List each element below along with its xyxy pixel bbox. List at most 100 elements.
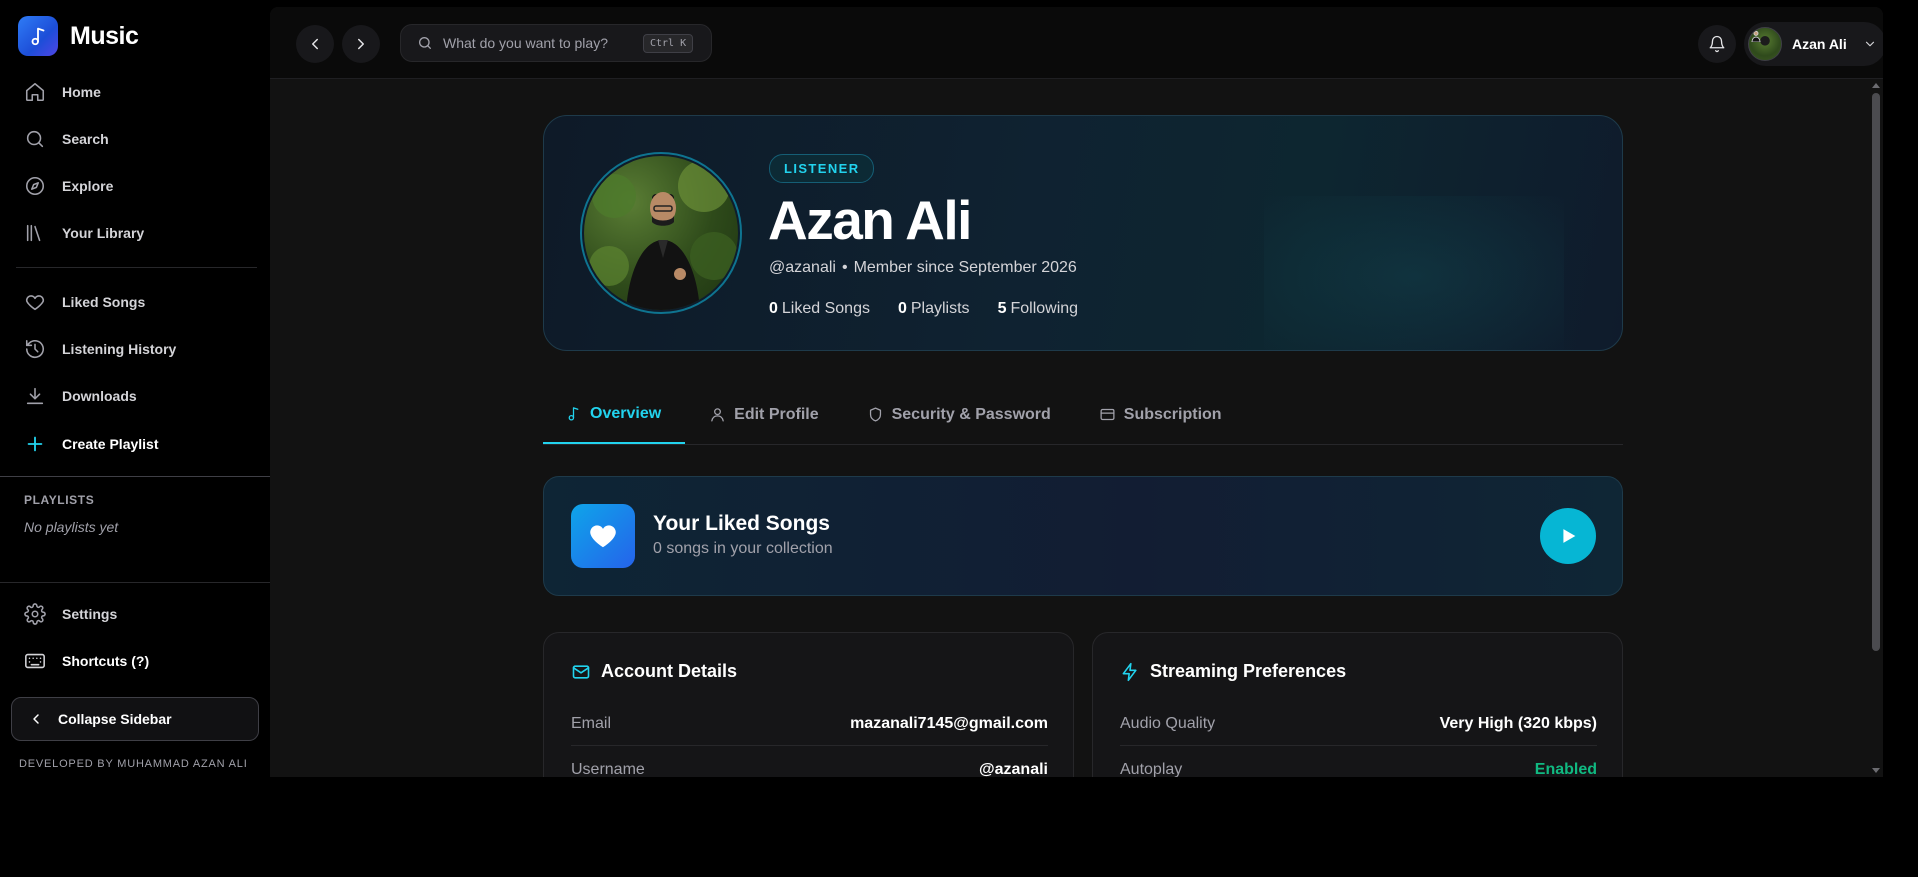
music-note-icon (18, 16, 58, 56)
divider (1120, 745, 1597, 746)
pref-row-autoplay[interactable]: Autoplay Enabled (1120, 761, 1597, 777)
compass-icon (25, 176, 45, 196)
detail-key: Email (571, 715, 612, 732)
search-shortcut-hint: Ctrl K (643, 33, 694, 53)
sidebar-item-create-playlist[interactable]: Create Playlist (24, 433, 159, 455)
card-title: Account Details (601, 661, 738, 681)
chevron-down-icon (1865, 41, 1874, 47)
detail-row-username: Username @azanali (571, 761, 1048, 777)
profile-stats: 0 Liked Songs 0 Playlists 5 Following (769, 300, 1078, 318)
divider (16, 267, 257, 268)
scrollbar[interactable] (1869, 79, 1883, 777)
profile-name: Azan Ali (768, 189, 972, 251)
stat-value: 0 (897, 300, 907, 317)
stat-liked-songs[interactable]: 0 Liked Songs (769, 300, 870, 318)
music-note-icon (568, 407, 579, 421)
liked-songs-card[interactable]: Your Liked Songs 0 songs in your collect… (543, 476, 1623, 596)
scroll-thumb[interactable] (1872, 93, 1880, 651)
detail-key: Username (571, 761, 645, 777)
sidebar-item-label: Your Library (62, 225, 145, 241)
sidebar-item-home[interactable]: Home (24, 81, 101, 103)
download-icon (26, 387, 44, 405)
play-liked-songs-button[interactable] (1540, 508, 1596, 564)
sidebar-item-liked-songs[interactable]: Liked Songs (24, 291, 145, 313)
pref-value: Enabled (1534, 761, 1597, 777)
member-since: Member since September 2026 (853, 259, 1077, 276)
card-title: Streaming Preferences (1150, 661, 1347, 681)
library-icon (24, 222, 46, 244)
gear-icon (24, 603, 46, 625)
tab-label: Security & Password (891, 405, 1051, 423)
search-input[interactable] (443, 35, 633, 51)
stat-label: Liked Songs (781, 300, 870, 317)
pref-value: Very High (320 kbps) (1439, 715, 1597, 732)
forward-button[interactable] (342, 25, 380, 63)
sidebar-item-search[interactable]: Search (24, 128, 109, 150)
sidebar-item-label: Shortcuts (?) (62, 653, 150, 669)
sidebar-item-explore[interactable]: Explore (24, 175, 113, 197)
sidebar-item-downloads[interactable]: Downloads (24, 385, 137, 407)
notifications-button[interactable] (1698, 25, 1736, 63)
avatar (1748, 27, 1782, 61)
pref-key: Audio Quality (1120, 715, 1216, 732)
detail-value: mazanali7145@gmail.com (850, 715, 1048, 732)
profile-photo (584, 156, 738, 310)
profile-header: LISTENER Azan Ali @azanali • Member sinc… (543, 115, 1623, 351)
sidebar-item-listening-history[interactable]: Listening History (24, 338, 176, 360)
profile-avatar[interactable] (580, 152, 742, 314)
detail-row-email: Email mazanali7145@gmail.com (571, 715, 1048, 733)
detail-value: @azanali (979, 761, 1048, 777)
stat-following[interactable]: 5 Following (998, 300, 1079, 318)
user-name: Azan Ali (1792, 36, 1847, 52)
sidebar-item-shortcuts[interactable]: Shortcuts (?) (24, 650, 149, 672)
sidebar-item-library[interactable]: Your Library (24, 222, 144, 244)
sidebar-item-label: Home (62, 84, 101, 100)
back-button[interactable] (296, 25, 334, 63)
account-details-card: Account Details Email mazanali7145@gmail… (543, 632, 1074, 777)
history-icon (25, 339, 45, 358)
main-panel: Ctrl K Azan Ali (270, 7, 1883, 777)
stat-label: Playlists (910, 300, 970, 317)
tab-security-password[interactable]: Security & Password (843, 385, 1075, 444)
sidebar-item-settings[interactable]: Settings (24, 603, 117, 625)
account-details-heading: Account Details (571, 661, 737, 682)
sidebar-item-label: Search (62, 131, 109, 147)
keyboard-icon (25, 653, 45, 669)
tab-label: Edit Profile (734, 405, 819, 423)
tab-label: Subscription (1123, 405, 1222, 423)
collapse-sidebar-button[interactable]: Collapse Sidebar (11, 697, 259, 741)
search-bar[interactable]: Ctrl K (400, 24, 712, 62)
home-icon (25, 82, 45, 102)
tab-edit-profile[interactable]: Edit Profile (685, 385, 842, 444)
streaming-preferences-heading: Streaming Preferences (1120, 661, 1346, 682)
credit-card-icon (1100, 408, 1115, 421)
role-badge: LISTENER (769, 154, 875, 183)
streaming-preferences-card: Streaming Preferences Audio Quality Very… (1092, 632, 1623, 777)
user-menu-button[interactable]: Azan Ali (1744, 22, 1883, 66)
search-icon (26, 130, 44, 148)
scroll-down-arrow[interactable] (1872, 768, 1880, 773)
profile-tabs: Overview Edit Profile Security & Passwor… (543, 385, 1623, 445)
divider (0, 476, 270, 477)
sidebar-item-label: Explore (62, 178, 114, 194)
profile-handle: @azanali (769, 259, 836, 276)
pref-key: Autoplay (1120, 761, 1183, 777)
app-logo[interactable]: Music (18, 16, 139, 56)
stat-playlists[interactable]: 0 Playlists (898, 300, 970, 318)
tab-subscription[interactable]: Subscription (1075, 385, 1246, 444)
playlists-empty-text: No playlists yet (24, 519, 119, 535)
pref-row-audio-quality[interactable]: Audio Quality Very High (320 kbps) (1120, 715, 1597, 733)
sidebar-item-label: Listening History (62, 341, 177, 357)
collapse-sidebar-label: Collapse Sidebar (58, 711, 172, 727)
sidebar-item-label: Liked Songs (62, 294, 146, 310)
sidebar-item-label: Settings (62, 606, 118, 622)
sidebar: Music Home Search Explore Your Library L… (0, 0, 270, 777)
scroll-up-arrow[interactable] (1872, 83, 1880, 88)
separator-dot: • (841, 259, 848, 276)
tab-overview[interactable]: Overview (543, 385, 686, 444)
divider (0, 582, 270, 583)
search-icon (419, 37, 431, 49)
chevron-left-icon (312, 38, 318, 50)
playlists-heading: PLAYLISTS (24, 493, 95, 507)
liked-songs-title: Your Liked Songs (653, 512, 830, 535)
